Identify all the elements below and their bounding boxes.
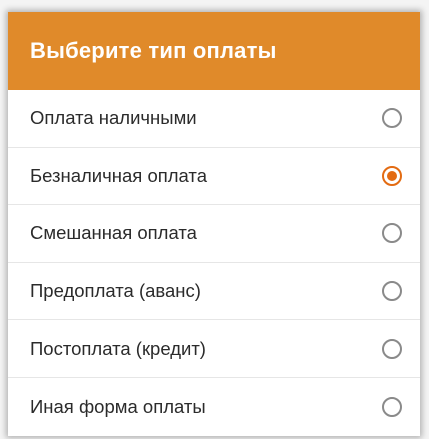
radio-button[interactable] xyxy=(382,281,402,302)
option-other[interactable]: Иная форма оплаты xyxy=(8,378,420,436)
radio-button[interactable] xyxy=(382,396,402,417)
option-label: Безналичная оплата xyxy=(30,164,207,186)
option-label: Оплата наличными xyxy=(30,107,197,129)
radio-button[interactable] xyxy=(382,338,402,359)
dialog-header: Выберите тип оплаты xyxy=(8,12,420,90)
payment-type-dialog: Выберите тип оплаты Оплата наличными Без… xyxy=(8,12,420,436)
radio-button[interactable] xyxy=(382,108,402,129)
option-label: Постоплата (кредит) xyxy=(30,337,206,359)
radio-button-checked[interactable] xyxy=(382,165,402,186)
dialog-title: Выберите тип оплаты xyxy=(30,38,277,63)
option-mixed[interactable]: Смешанная оплата xyxy=(8,205,420,263)
radio-button[interactable] xyxy=(382,223,402,244)
option-label: Предоплата (аванс) xyxy=(30,280,201,302)
option-postpayment[interactable]: Постоплата (кредит) xyxy=(8,320,420,378)
payment-options-list: Оплата наличными Безналичная оплата Смеш… xyxy=(8,90,420,436)
option-cashless[interactable]: Безналичная оплата xyxy=(8,148,420,206)
option-prepayment[interactable]: Предоплата (аванс) xyxy=(8,263,420,321)
option-label: Иная форма оплаты xyxy=(30,395,206,417)
option-label: Смешанная оплата xyxy=(30,222,197,244)
option-cash[interactable]: Оплата наличными xyxy=(8,90,420,148)
